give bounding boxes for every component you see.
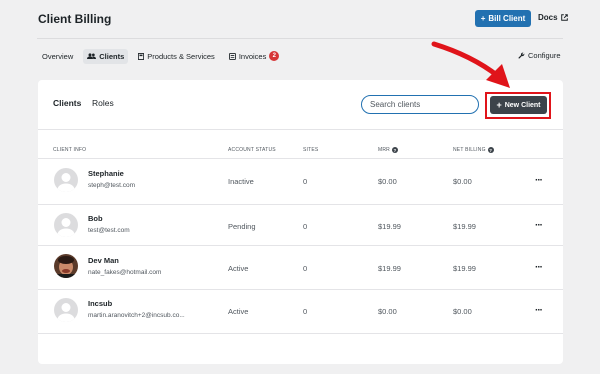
client-email: steph@test.com [88,182,136,189]
net-billing-value: $0.00 [453,177,472,186]
configure-label: Configure [528,51,561,60]
tab-overview[interactable]: Overview [38,49,77,64]
client-email: nate_fakes@hotmail.com [88,269,162,276]
col-mrr-label: MRR [378,147,390,153]
row-divider [38,333,563,334]
avatar [54,213,78,237]
tab-overview-label: Overview [42,51,74,61]
net-billing-value: $19.99 [453,222,476,231]
client-email: martin.aranovitch+2@incsub.co... [88,312,185,319]
more-options-icon[interactable]: ··· [535,176,543,186]
client-name[interactable]: Dev Man [88,256,119,265]
col-sites: Sites [303,147,319,153]
bill-client-label: Bill Client [488,14,526,23]
more-options-icon[interactable]: ··· [535,263,543,273]
top-bar: Client Billing + Bill Client Docs [0,0,600,40]
col-net-billing: Net Billing ? [453,147,494,153]
plus-icon: + [480,14,486,23]
wrench-icon [518,52,525,59]
sites-count: 0 [303,222,308,231]
header-divider [37,38,563,39]
col-account-status: Account Status [228,147,276,153]
avatar [54,168,78,192]
search-clients-input[interactable] [361,95,479,114]
client-name[interactable]: Incsub [88,299,112,308]
account-status: Inactive [228,177,254,186]
more-options-icon[interactable]: ··· [535,306,543,316]
sites-count: 0 [303,307,308,316]
bill-client-button[interactable]: + Bill Client [475,10,531,27]
tab-products-label: Products & Services [147,51,215,61]
tab-invoices-label: Invoices [238,51,267,61]
help-icon[interactable]: ? [392,147,398,153]
annotation-highlight-box [485,92,551,119]
configure-link[interactable]: Configure [518,51,561,60]
table-row[interactable]: Bob test@test.com Pending 0 $19.99 $19.9… [38,205,563,249]
col-client-info: Client Info [53,147,87,153]
tab-clients[interactable]: Clients [83,48,129,64]
net-billing-value: $19.99 [453,264,476,273]
invoice-icon [228,52,236,60]
col-mrr: MRR ? [378,147,398,153]
tab-clients-label: Clients [99,51,125,61]
sites-count: 0 [303,177,308,186]
card-header: Clients Roles + New Client [38,80,563,130]
client-email: test@test.com [88,227,130,234]
tab-products-services[interactable]: Products & Services [134,49,219,64]
more-options-icon[interactable]: ··· [535,221,543,231]
account-status: Active [228,264,249,273]
external-link-icon [560,14,568,21]
box-icon [138,52,145,60]
invoices-count-badge: 2 [269,51,280,61]
avatar [54,298,78,322]
account-status: Pending [228,222,256,231]
mrr-value: $0.00 [378,307,397,316]
table-row[interactable]: Stephanie steph@test.com Inactive 0 $0.0… [38,159,563,203]
help-icon[interactable]: ? [487,147,494,153]
net-billing-value: $0.00 [453,307,472,316]
col-net-billing-label: Net Billing [453,147,486,153]
users-icon [87,53,97,59]
mrr-value: $19.99 [378,264,401,273]
mrr-value: $0.00 [378,177,397,186]
tab-invoices[interactable]: Invoices 2 [225,48,284,64]
client-name[interactable]: Bob [88,214,103,223]
mrr-value: $19.99 [378,222,401,231]
client-name[interactable]: Stephanie [88,169,124,178]
clients-card: Clients Roles + New Client Client Info A… [38,80,563,364]
subtab-clients[interactable]: Clients [53,98,81,108]
sites-count: 0 [303,264,308,273]
main-nav: Overview Clients Products & Services Inv… [38,48,283,64]
table-row[interactable]: Dev Man nate_fakes@hotmail.com Active 0 … [38,246,563,290]
table-row[interactable]: Incsub martin.aranovitch+2@incsub.co... … [38,290,563,334]
subtab-roles[interactable]: Roles [92,98,114,108]
page-title: Client Billing [38,12,112,26]
docs-label: Docs [538,13,558,22]
avatar-photo [54,254,78,278]
account-status: Active [228,307,249,316]
docs-link[interactable]: Docs [538,13,568,22]
